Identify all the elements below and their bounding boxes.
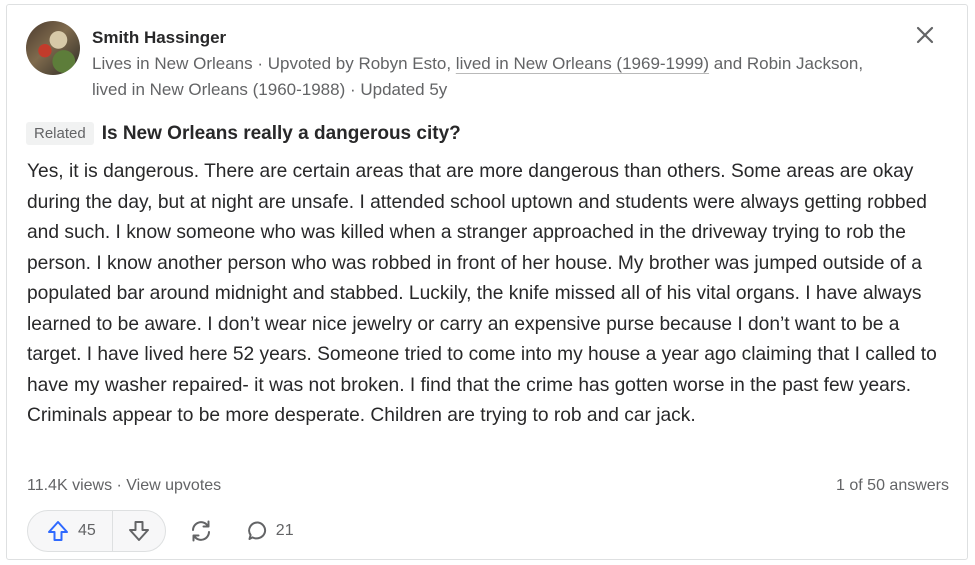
author-block: Smith Hassinger Lives in New Orleans · U… (92, 27, 942, 103)
credential-prefix: Lives in New Orleans · Upvoted by Robyn … (92, 54, 452, 73)
credential-line2: lived in New Orleans (1960-1988) · Updat… (92, 80, 448, 99)
vote-pill: 45 (27, 510, 166, 552)
downvote-button[interactable] (113, 511, 165, 551)
views-count: 11.4K views (27, 477, 113, 494)
answer-position: 1 of 50 answers (836, 477, 949, 494)
answer-card: Smith Hassinger Lives in New Orleans · U… (6, 4, 968, 560)
view-upvotes-link[interactable]: View upvotes (126, 477, 221, 494)
author-credentials: Lives in New Orleans · Upvoted by Robyn … (92, 51, 942, 103)
meta-separator: · (112, 477, 127, 494)
share-cycle-icon (188, 518, 214, 544)
upvote-arrow-icon (46, 519, 70, 543)
comment-count: 21 (275, 522, 294, 539)
related-question-row: Related Is New Orleans really a dangerou… (26, 122, 461, 145)
close-icon[interactable] (912, 23, 938, 49)
credential-mid: and Robin Jackson, (713, 54, 864, 73)
comment-button[interactable]: 21 (240, 519, 294, 543)
upvote-button[interactable]: 45 (28, 511, 113, 551)
answer-body: Yes, it is dangerous. There are certain … (27, 161, 937, 426)
action-bar: 45 21 (27, 510, 294, 552)
share-button[interactable] (188, 518, 214, 544)
downvote-arrow-icon (127, 519, 151, 543)
related-tag: Related (26, 122, 94, 145)
author-avatar[interactable] (26, 21, 80, 75)
author-name[interactable]: Smith Hassinger (92, 27, 942, 49)
related-question-link[interactable]: Is New Orleans really a dangerous city? (102, 123, 461, 145)
upvote-count: 45 (78, 522, 96, 539)
answer-meta: 11.4K views · View upvotes 1 of 50 answe… (27, 477, 949, 495)
comment-bubble-icon (246, 519, 270, 543)
credential-link[interactable]: lived in New Orleans (1969-1999) (456, 54, 709, 73)
